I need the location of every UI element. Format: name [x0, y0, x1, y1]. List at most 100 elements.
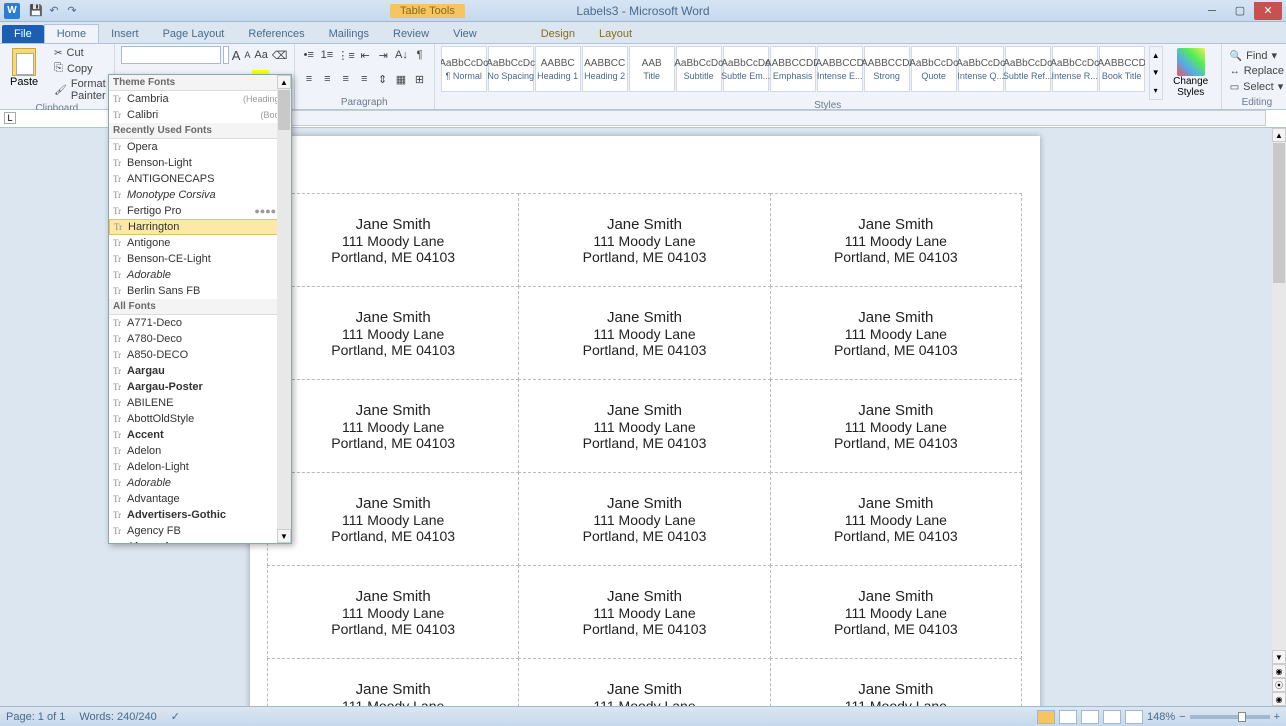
font-option[interactable]: TrAdorable — [109, 267, 291, 283]
label-cell[interactable]: Jane Smith111 Moody LanePortland, ME 041… — [770, 379, 1022, 473]
style-item[interactable]: AaBbCcDcSubtle Ref... — [1005, 46, 1051, 92]
style-item[interactable]: AaBbCcDcSubtitle — [676, 46, 722, 92]
multilevel-button[interactable]: ⋮≡ — [337, 46, 355, 64]
font-option[interactable]: TrAargau — [109, 363, 291, 379]
tab-layout[interactable]: Layout — [587, 25, 644, 43]
styles-scroll[interactable]: ▲▼▾ — [1149, 46, 1163, 100]
scroll-down-icon[interactable]: ▼ — [1272, 650, 1286, 664]
label-cell[interactable]: Jane Smith111 Moody LanePortland, ME 041… — [267, 658, 519, 706]
style-item[interactable]: AABBCCDBook Title — [1099, 46, 1145, 92]
line-spacing-button[interactable]: ⇕ — [374, 70, 390, 88]
font-option[interactable]: TrAgency FB — [109, 523, 291, 539]
zoom-slider[interactable] — [1190, 715, 1270, 719]
tab-review[interactable]: Review — [381, 25, 441, 43]
label-cell[interactable]: Jane Smith111 Moody LanePortland, ME 041… — [518, 472, 770, 566]
select-button[interactable]: Select ▾ — [1228, 79, 1286, 94]
style-item[interactable]: AaBbCcDcQuote — [911, 46, 957, 92]
clear-formatting-button[interactable]: ⌫ — [271, 46, 289, 64]
font-option[interactable]: TrFertigo Pro●●●●●● — [109, 203, 291, 219]
style-item[interactable]: AABBCCDIStrong — [864, 46, 910, 92]
font-option[interactable]: TrAntigone — [109, 235, 291, 251]
minimize-button[interactable]: ─ — [1198, 2, 1226, 20]
font-option[interactable]: TrAargau-Poster — [109, 379, 291, 395]
font-option[interactable]: TrAbottOldStyle — [109, 411, 291, 427]
horizontal-ruler[interactable] — [260, 110, 1266, 126]
scroll-track[interactable] — [277, 131, 291, 529]
shrink-font-button[interactable]: A — [243, 46, 251, 64]
font-option[interactable]: TrAccent — [109, 427, 291, 443]
font-option[interactable]: TrOpera — [109, 139, 291, 155]
dropdown-scrollbar[interactable]: ▲ ▼ — [277, 75, 291, 543]
prev-page-icon[interactable]: ◉ — [1272, 664, 1286, 678]
label-cell[interactable]: Jane Smith111 Moody LanePortland, ME 041… — [518, 379, 770, 473]
spellcheck-icon[interactable]: ✓ — [171, 710, 180, 723]
up-icon[interactable]: ▲ — [1150, 47, 1162, 64]
grow-font-button[interactable]: A — [231, 46, 242, 64]
font-option[interactable]: TrA780-Deco — [109, 331, 291, 347]
increase-indent-button[interactable]: ⇥ — [375, 46, 391, 64]
next-page-icon[interactable]: ◉ — [1272, 692, 1286, 706]
style-item[interactable]: AABBCCHeading 2 — [582, 46, 628, 92]
style-item[interactable]: AaBbCcDcNo Spacing — [488, 46, 534, 92]
outline-view[interactable] — [1103, 710, 1121, 724]
tab-page-layout[interactable]: Page Layout — [151, 25, 237, 43]
scroll-thumb[interactable] — [278, 90, 290, 130]
show-marks-button[interactable]: ¶ — [412, 46, 428, 64]
tab-home[interactable]: Home — [44, 24, 99, 43]
style-item[interactable]: AABBCHeading 1 — [535, 46, 581, 92]
font-option[interactable]: TrAharoniאבגד הוז — [109, 539, 291, 544]
font-option[interactable]: TrAdelon-Light — [109, 459, 291, 475]
label-cell[interactable]: Jane Smith111 Moody LanePortland, ME 041… — [770, 193, 1022, 287]
font-option[interactable]: TrBenson-CE-Light — [109, 251, 291, 267]
sort-button[interactable]: A↓ — [393, 46, 409, 64]
label-cell[interactable]: Jane Smith111 Moody LanePortland, ME 041… — [267, 286, 519, 380]
tab-file[interactable]: File — [2, 25, 44, 43]
draft-view[interactable] — [1125, 710, 1143, 724]
web-view[interactable] — [1081, 710, 1099, 724]
tab-mailings[interactable]: Mailings — [317, 25, 381, 43]
page-status[interactable]: Page: 1 of 1 — [6, 711, 65, 723]
print-layout-view[interactable] — [1037, 710, 1055, 724]
zoom-in-button[interactable]: + — [1274, 711, 1280, 723]
label-cell[interactable]: Jane Smith111 Moody LanePortland, ME 041… — [267, 193, 519, 287]
font-option[interactable]: TrCambria(Headings) — [109, 91, 291, 107]
word-count[interactable]: Words: 240/240 — [79, 711, 156, 723]
label-cell[interactable]: Jane Smith111 Moody LanePortland, ME 041… — [267, 379, 519, 473]
cut-button[interactable]: Cut — [52, 46, 108, 60]
align-right-button[interactable]: ≡ — [338, 70, 354, 88]
scroll-up-icon[interactable]: ▲ — [1272, 128, 1286, 142]
redo-icon[interactable]: ↷ — [64, 3, 80, 19]
close-button[interactable]: ✕ — [1254, 2, 1282, 20]
font-option[interactable]: TrBerlin Sans FB — [109, 283, 291, 299]
font-option[interactable]: TrHarrington — [109, 219, 291, 235]
font-option[interactable]: TrBenson-Light — [109, 155, 291, 171]
style-item[interactable]: AaBbCcDc¶ Normal — [441, 46, 487, 92]
font-name-input[interactable] — [121, 46, 221, 64]
fullscreen-view[interactable] — [1059, 710, 1077, 724]
align-left-button[interactable]: ≡ — [301, 70, 317, 88]
replace-button[interactable]: Replace — [1228, 64, 1286, 78]
zoom-out-button[interactable]: − — [1179, 711, 1185, 723]
scroll-down-icon[interactable]: ▼ — [277, 529, 291, 543]
tab-insert[interactable]: Insert — [99, 25, 151, 43]
tab-design[interactable]: Design — [529, 25, 587, 43]
decrease-indent-button[interactable]: ⇤ — [357, 46, 373, 64]
find-button[interactable]: Find ▾ — [1228, 48, 1286, 63]
page[interactable]: Jane Smith111 Moody LanePortland, ME 041… — [250, 136, 1040, 706]
app-icon[interactable]: W — [4, 3, 20, 19]
borders-button[interactable]: ⊞ — [411, 70, 427, 88]
scroll-track[interactable] — [1272, 284, 1286, 650]
save-icon[interactable]: 💾 — [28, 3, 44, 19]
label-cell[interactable]: Jane Smith111 Moody LanePortland, ME 041… — [267, 472, 519, 566]
style-item[interactable]: AABBCCDIntense E... — [817, 46, 863, 92]
font-size-input[interactable] — [223, 46, 229, 64]
label-cell[interactable]: Jane Smith111 Moody LanePortland, ME 041… — [770, 472, 1022, 566]
label-cell[interactable]: Jane Smith111 Moody LanePortland, ME 041… — [518, 286, 770, 380]
label-cell[interactable]: Jane Smith111 Moody LanePortland, ME 041… — [518, 565, 770, 659]
maximize-button[interactable]: ▢ — [1226, 2, 1254, 20]
style-item[interactable]: AaBbCcDcIntense Q... — [958, 46, 1004, 92]
style-item[interactable]: AaBbCcDcSubtle Em... — [723, 46, 769, 92]
label-cell[interactable]: Jane Smith111 Moody LanePortland, ME 041… — [770, 658, 1022, 706]
scroll-thumb[interactable] — [1273, 143, 1285, 283]
down-icon[interactable]: ▼ — [1150, 64, 1162, 81]
